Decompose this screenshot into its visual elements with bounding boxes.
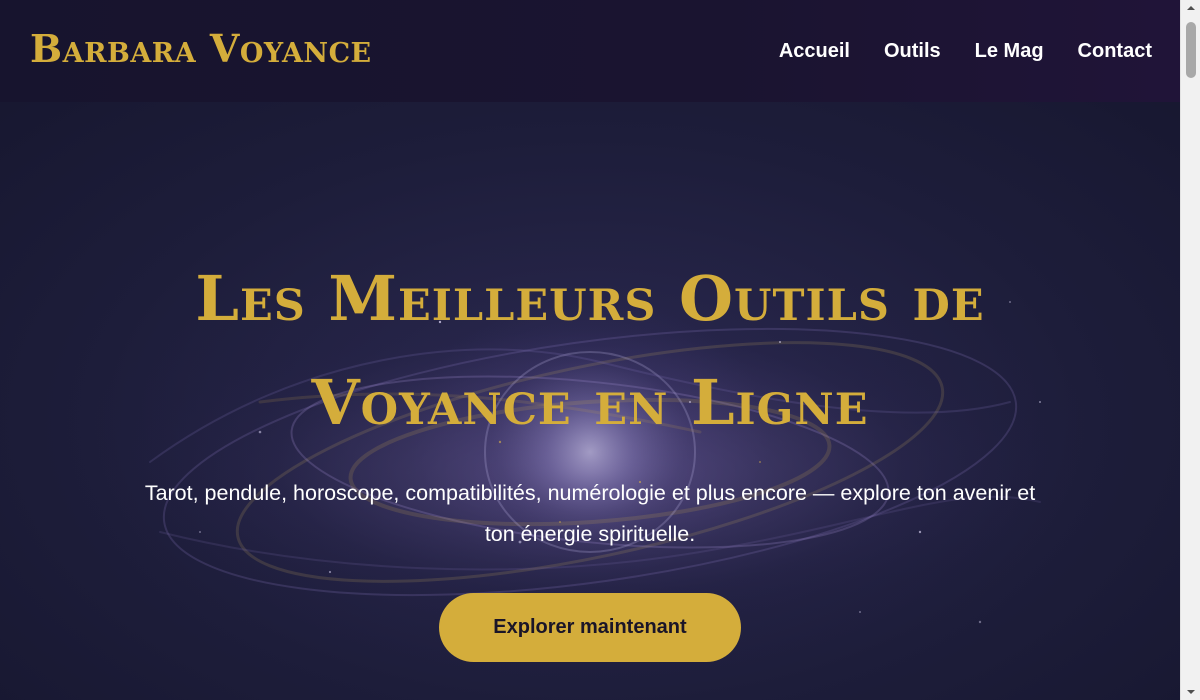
chevron-down-icon[interactable] [1181,684,1200,700]
hero-content: Les Meilleurs Outils de Voyance en Ligne… [0,102,1180,700]
nav-item-outils[interactable]: Outils [884,40,941,63]
brand-logo[interactable]: Barbara Voyance [30,30,372,68]
hero-title-line-1: Les Meilleurs Outils de [195,262,985,335]
hero-title-line-2: Voyance en Ligne [311,366,869,439]
nav-item-le-mag[interactable]: Le Mag [975,40,1044,63]
main-nav: Accueil Outils Le Mag Contact [779,40,1152,63]
hero-section: Les Meilleurs Outils de Voyance en Ligne… [0,102,1180,700]
hero-subtitle-line-1: Tarot, pendule, horoscope, compatibilité… [144,481,1036,505]
browser-viewport: Barbara Voyance Accueil Outils Le Mag Co… [0,0,1200,700]
chevron-up-icon[interactable] [1181,0,1200,16]
explore-now-button[interactable]: Explorer maintenant [439,593,741,662]
nav-item-accueil[interactable]: Accueil [779,40,850,63]
scrollbar-thumb[interactable] [1186,22,1196,78]
hero-title: Les Meilleurs Outils de Voyance en Ligne [140,247,1040,455]
hero-subtitle-line-2: ton énergie spirituelle. [484,522,696,546]
site-header: Barbara Voyance Accueil Outils Le Mag Co… [0,0,1180,102]
page-scrollbar[interactable] [1180,0,1200,700]
nav-item-contact[interactable]: Contact [1078,40,1152,63]
hero-subtitle: Tarot, pendule, horoscope, compatibilité… [50,473,1130,555]
